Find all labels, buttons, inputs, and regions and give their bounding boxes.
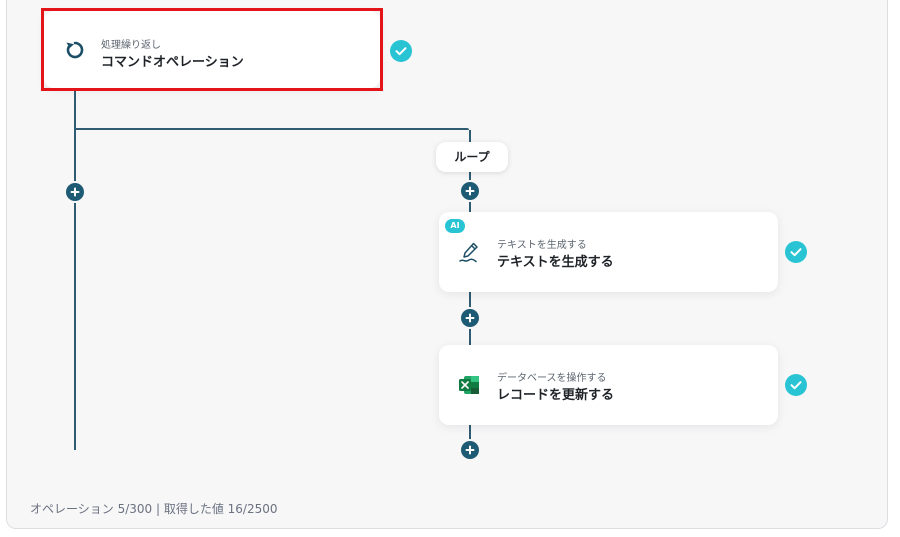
step-2-check-icon: [785, 374, 807, 396]
plus-icon: [465, 313, 475, 323]
main-flow-line: [74, 88, 76, 450]
plus-icon: [465, 186, 475, 196]
add-step-button-loop-1[interactable]: [461, 182, 479, 200]
branch-horizontal-line: [74, 128, 466, 130]
step-1-check-icon: [785, 241, 807, 263]
highlight-box: [41, 8, 383, 91]
plus-icon: [70, 187, 80, 197]
add-step-button-loop-2[interactable]: [461, 309, 479, 327]
pen-icon: [457, 239, 483, 265]
loop-label: ループ: [436, 142, 508, 172]
step-2-subtitle: データベースを操作する: [497, 373, 607, 384]
excel-icon: [458, 374, 480, 396]
step-card-update-record[interactable]: データベースを操作する レコードを更新する: [439, 345, 778, 425]
step-2-title: レコードを更新する: [497, 388, 615, 403]
add-step-button-loop-3[interactable]: [461, 441, 479, 459]
operation-status-text: オペレーション 5/300 | 取得した値 16/2500: [30, 502, 278, 516]
step-1-title: テキストを生成する: [497, 255, 614, 270]
plus-icon: [465, 445, 475, 455]
add-step-button-main[interactable]: [66, 183, 84, 201]
loop-node-check-icon: [390, 40, 412, 62]
step-1-subtitle: テキストを生成する: [497, 240, 587, 251]
ai-badge: AI: [445, 219, 465, 233]
step-card-generate-text[interactable]: テキストを生成する テキストを生成する: [439, 212, 778, 292]
